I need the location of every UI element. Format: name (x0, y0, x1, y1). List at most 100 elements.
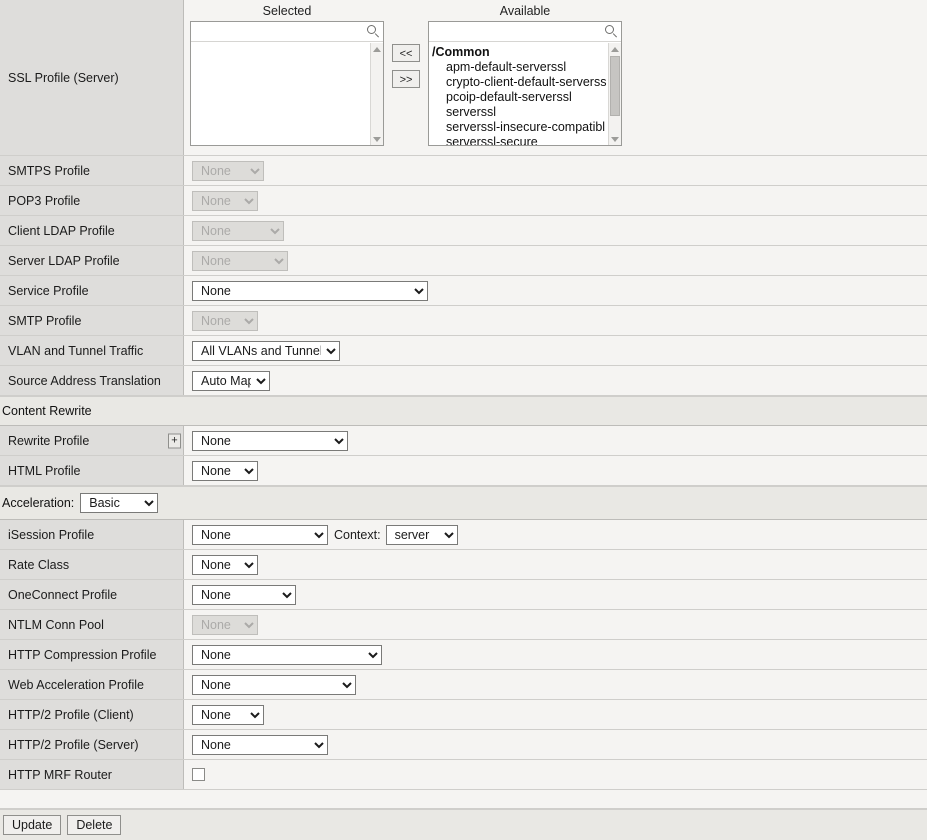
scroll-up-icon[interactable] (609, 43, 621, 55)
search-icon (367, 25, 380, 38)
row-label: POP3 Profile (8, 194, 80, 208)
row-label: VLAN and Tunnel Traffic (8, 344, 143, 358)
isession-context-label: Context: (334, 528, 381, 542)
update-button[interactable]: Update (3, 815, 61, 835)
selected-items (191, 43, 370, 45)
ssl-profile-server-label: SSL Profile (Server) (8, 71, 119, 85)
row-select[interactable]: All VLANs and Tunnels (192, 341, 340, 361)
dual-list-picker: Selected (190, 4, 622, 146)
row-select[interactable]: Auto Map (192, 371, 270, 391)
move-left-button[interactable]: << (392, 44, 420, 62)
http-mrf-router-checkbox[interactable] (192, 768, 205, 781)
delete-button[interactable]: Delete (67, 815, 121, 835)
row-label: SMTP Profile (8, 314, 81, 328)
field-html-profile: None (184, 456, 927, 485)
available-list-area[interactable]: /Common apm-default-serversslcrypto-clie… (429, 43, 621, 145)
add-rewrite-profile-button[interactable]: + (168, 433, 181, 448)
row-isession-profile: iSession Profile None Context: server (0, 520, 927, 550)
scrollbar-thumb[interactable] (610, 56, 620, 116)
row-select: None (192, 311, 258, 331)
list-item[interactable]: crypto-client-default-serverss (432, 75, 608, 90)
form-footer: Update Delete (0, 809, 927, 840)
row-oneconnect-profile: OneConnect ProfileNone (0, 580, 927, 610)
isession-profile-select[interactable]: None (192, 525, 328, 545)
field-cell: None (184, 700, 927, 729)
row-select[interactable]: None (192, 735, 328, 755)
row-label: Rate Class (8, 558, 69, 572)
row-service-profile: Service Profile None (0, 276, 927, 306)
row-http-2-profile-server: HTTP/2 Profile (Server) None (0, 730, 927, 760)
list-item[interactable]: serverssl-secure (432, 135, 608, 145)
ssl-profile-server-field: Selected (184, 0, 927, 155)
acceleration-mode-select[interactable]: Basic (80, 493, 158, 513)
section-content-rewrite: Content Rewrite (0, 396, 927, 426)
scroll-down-icon[interactable] (609, 133, 621, 145)
row-select[interactable]: None (192, 645, 382, 665)
row-label: SMTPS Profile (8, 164, 90, 178)
label-cell: SMTPS Profile (0, 156, 184, 185)
html-profile-select[interactable]: None (192, 461, 258, 481)
label-cell: Source Address Translation (0, 366, 184, 395)
scroll-up-icon[interactable] (371, 43, 383, 55)
label-cell: HTTP/2 Profile (Server) (0, 730, 184, 759)
list-item[interactable]: apm-default-serverssl (432, 60, 608, 75)
selected-search-bar[interactable] (191, 22, 383, 42)
row-label: Client LDAP Profile (8, 224, 115, 238)
label-cell: Server LDAP Profile (0, 246, 184, 275)
label-cell: HTTP Compression Profile (0, 640, 184, 669)
row-label: HTTP/2 Profile (Client) (8, 708, 134, 722)
label-cell: POP3 Profile (0, 186, 184, 215)
isession-context-select[interactable]: server (386, 525, 458, 545)
field-isession-profile: None Context: server (184, 520, 927, 549)
row-select[interactable]: None (192, 705, 264, 725)
row-http-mrf-router: HTTP MRF Router (0, 760, 927, 790)
row-select[interactable]: None (192, 585, 296, 605)
label-cell: Client LDAP Profile (0, 216, 184, 245)
row-vlan-and-tunnel-traffic: VLAN and Tunnel Traffic All VLANs and Tun… (0, 336, 927, 366)
profile-rows: SMTPS ProfileNonePOP3 ProfileNoneClient … (0, 156, 927, 396)
vs-profiles-form: SSL Profile (Server) Selected (0, 0, 927, 810)
row-html-profile: HTML Profile None (0, 456, 927, 486)
label-rewrite-profile: Rewrite Profile + (0, 426, 184, 455)
acceleration-title: Acceleration: (2, 496, 74, 510)
label-isession-profile: iSession Profile (0, 520, 184, 549)
row-web-acceleration-profile: Web Acceleration Profile None (0, 670, 927, 700)
row-pop3-profile: POP3 ProfileNone (0, 186, 927, 216)
field-cell: None (184, 276, 927, 305)
selected-scrollbar[interactable] (370, 43, 383, 145)
row-select[interactable]: None (192, 555, 258, 575)
move-right-button[interactable]: >> (392, 70, 420, 88)
selected-caption: Selected (263, 4, 312, 18)
label-cell: SMTP Profile (0, 306, 184, 335)
label-cell: Service Profile (0, 276, 184, 305)
field-cell: None (184, 216, 927, 245)
rewrite-profile-select[interactable]: None (192, 431, 348, 451)
row-source-address-translation: Source Address Translation Auto Map (0, 366, 927, 396)
row-server-ldap-profile: Server LDAP ProfileNone (0, 246, 927, 276)
label-http-mrf-router: HTTP MRF Router (0, 760, 184, 789)
label-cell: NTLM Conn Pool (0, 610, 184, 639)
available-listbox[interactable]: /Common apm-default-serversslcrypto-clie… (428, 21, 622, 146)
selected-listbox[interactable] (190, 21, 384, 146)
field-cell: None (184, 580, 927, 609)
selected-column: Selected (190, 4, 384, 146)
row-select: None (192, 615, 258, 635)
row-label: Web Acceleration Profile (8, 678, 144, 692)
available-search-bar[interactable] (429, 22, 621, 42)
field-cell: None (184, 550, 927, 579)
row-select[interactable]: None (192, 675, 356, 695)
list-item[interactable]: serverssl (432, 105, 608, 120)
scroll-down-icon[interactable] (371, 133, 383, 145)
list-item[interactable]: serverssl-insecure-compatibl (432, 120, 608, 135)
acceleration-rows: Rate ClassNoneOneConnect ProfileNoneNTLM… (0, 550, 927, 760)
row-label: Server LDAP Profile (8, 254, 120, 268)
field-cell: None (184, 640, 927, 669)
field-cell: None (184, 670, 927, 699)
available-scrollbar[interactable] (608, 43, 621, 145)
row-select[interactable]: None (192, 281, 428, 301)
list-item[interactable]: pcoip-default-serverssl (432, 90, 608, 105)
field-cell: All VLANs and Tunnels (184, 336, 927, 365)
selected-list-area[interactable] (191, 43, 383, 145)
content-rewrite-title: Content Rewrite (2, 404, 92, 418)
available-items: /Common apm-default-serversslcrypto-clie… (429, 43, 608, 145)
